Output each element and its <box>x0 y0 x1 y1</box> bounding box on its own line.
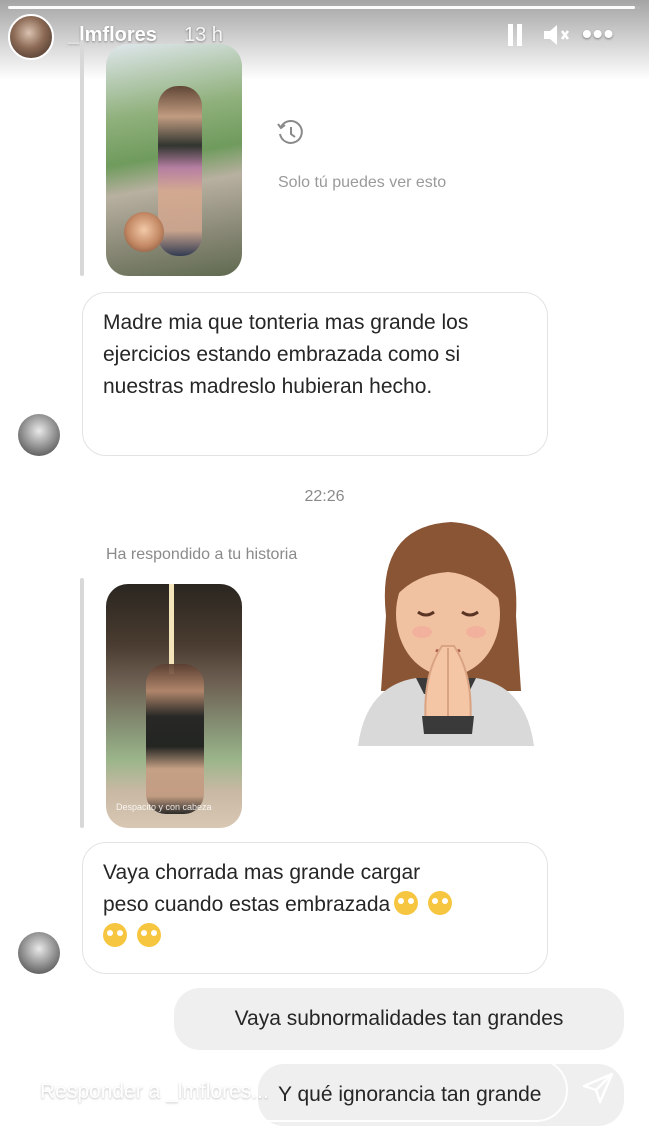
more-icon[interactable]: ••• <box>582 18 614 50</box>
story-thumbnail-sticker <box>124 212 164 252</box>
mute-icon[interactable] <box>542 22 572 55</box>
story-thumbnail-person <box>146 664 204 814</box>
received-message: Madre mia que tonteria mas grande los ej… <box>82 292 548 456</box>
praying-memoji-sticker <box>358 522 534 746</box>
eye-roll-emoji-icon <box>103 923 127 947</box>
story-thumbnail-caption: Despacito y con cabeza <box>116 802 212 812</box>
eye-roll-emoji-icon <box>136 923 161 947</box>
eye-roll-emoji-icon <box>394 891 419 915</box>
clock-icon <box>277 120 303 144</box>
send-icon[interactable] <box>580 1070 616 1106</box>
story-thumbnail-person <box>158 86 202 256</box>
story-thumbnail[interactable]: Despacito y con cabeza <box>106 584 242 828</box>
sender-avatar[interactable] <box>18 414 60 456</box>
reply-placeholder: Responder a _lmflores... <box>40 1080 269 1103</box>
reply-indicator-bar <box>80 578 84 828</box>
sent-message: Vaya subnormalidades tan grandes <box>174 988 624 1050</box>
ceiling-light <box>169 584 174 674</box>
story-progress-bar <box>8 6 641 9</box>
reply-indicator-bar <box>80 40 84 276</box>
replied-to-story-label: Ha respondido a tu historia <box>106 546 298 563</box>
story-progress-fill <box>8 6 635 9</box>
received-message: Vaya chorrada mas grande cargar peso cua… <box>82 842 548 974</box>
pause-icon[interactable] <box>508 24 526 53</box>
only-you-can-see-label: Solo tú puedes ver esto <box>278 174 447 191</box>
message-timestamp: 22:26 <box>304 488 345 505</box>
avatar[interactable] <box>8 14 54 60</box>
message-line: Vaya chorrada mas grande cargar <box>103 861 421 884</box>
eye-roll-emoji-icon <box>428 891 453 915</box>
story-thumbnail[interactable] <box>106 44 242 276</box>
sender-avatar[interactable] <box>18 932 60 974</box>
message-line: peso cuando estas embrazada <box>103 893 391 916</box>
